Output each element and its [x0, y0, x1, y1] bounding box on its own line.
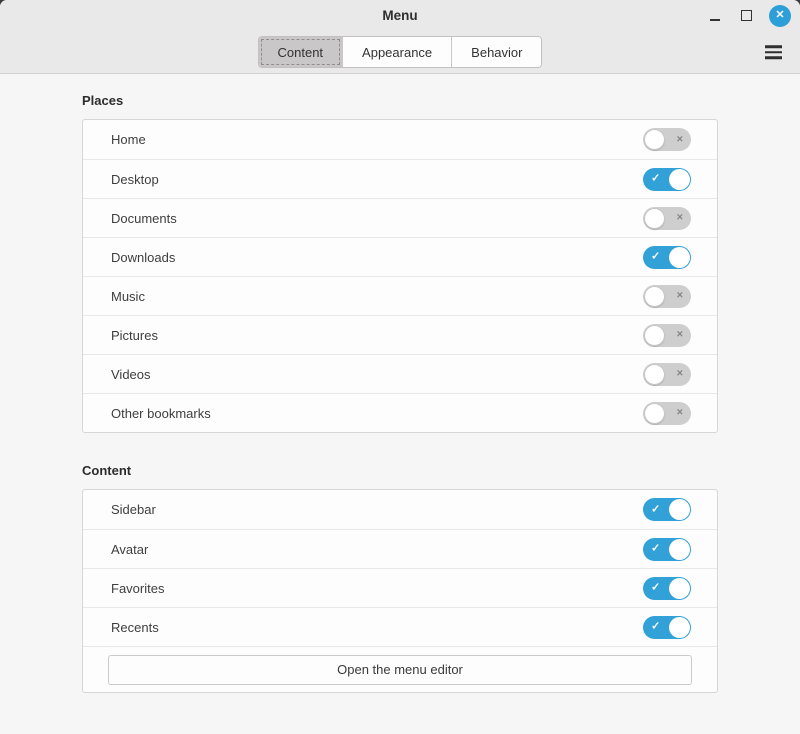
settings-section-content: Content Sidebar ✓ Avatar ✓ Favorites ✓ Recents ✓…	[82, 463, 718, 693]
section-title: Places	[82, 93, 718, 108]
check-icon: ✓	[651, 252, 660, 263]
x-icon: ×	[677, 291, 683, 302]
list-item-avatar: Avatar ✓	[83, 529, 717, 568]
toggle-knob	[644, 129, 665, 150]
list-item-label: Documents	[111, 211, 177, 226]
toggle-knob	[644, 208, 665, 229]
x-icon: ×	[677, 369, 683, 380]
toggle-switch-favorites[interactable]: ✓	[643, 577, 691, 600]
toggle-switch-avatar[interactable]: ✓	[643, 538, 691, 561]
maximize-button[interactable]	[738, 5, 754, 27]
check-icon: ✓	[651, 544, 660, 555]
window-header: Menu ✕ Content Appearance Behavior	[0, 0, 800, 74]
list-item-pictures: Pictures ×	[83, 315, 717, 354]
check-icon: ✓	[651, 504, 660, 515]
titlebar[interactable]: Menu ✕	[0, 0, 800, 31]
toggle-knob	[669, 578, 690, 599]
toggle-knob	[669, 169, 690, 190]
toggle-switch-videos[interactable]: ×	[643, 363, 691, 386]
settings-content: Places Home × Desktop ✓ Documents × Downloads ✓ M…	[0, 74, 800, 734]
toggle-switch-music[interactable]: ×	[643, 285, 691, 308]
close-button[interactable]: ✕	[769, 5, 791, 27]
toggle-switch-documents[interactable]: ×	[643, 207, 691, 230]
toggle-switch-desktop[interactable]: ✓	[643, 168, 691, 191]
button-row: Open the menu editor	[83, 646, 717, 692]
toggle-switch-downloads[interactable]: ✓	[643, 246, 691, 269]
list-item-documents: Documents ×	[83, 198, 717, 237]
window-title: Menu	[382, 8, 417, 23]
toggle-switch-pictures[interactable]: ×	[643, 324, 691, 347]
list-item-label: Sidebar	[111, 502, 156, 517]
open-menu-editor-button[interactable]: Open the menu editor	[108, 655, 692, 685]
settings-window: Menu ✕ Content Appearance Behavior	[0, 0, 800, 734]
list-item-label: Favorites	[111, 581, 164, 596]
check-icon: ✓	[651, 583, 660, 594]
list-item-favorites: Favorites ✓	[83, 568, 717, 607]
window-controls: ✕	[707, 0, 791, 31]
list-item-label: Avatar	[111, 542, 148, 557]
check-icon: ✓	[651, 622, 660, 633]
hamburger-menu-icon[interactable]	[763, 41, 784, 63]
list-item-sidebar: Sidebar ✓	[83, 490, 717, 529]
tab-behavior[interactable]: Behavior	[451, 37, 541, 67]
toggle-switch-recents[interactable]: ✓	[643, 616, 691, 639]
toggle-knob	[669, 617, 690, 638]
x-icon: ×	[677, 408, 683, 419]
toggle-knob	[644, 403, 665, 424]
toggle-switch-other-bookmarks[interactable]: ×	[643, 402, 691, 425]
toggle-knob	[644, 364, 665, 385]
tab-bar: Content Appearance Behavior	[0, 31, 800, 73]
toggle-knob	[644, 286, 665, 307]
list-item-videos: Videos ×	[83, 354, 717, 393]
section-title: Content	[82, 463, 718, 478]
minimize-icon	[710, 19, 720, 21]
list-item-home: Home ×	[83, 120, 717, 159]
list-item-label: Music	[111, 289, 145, 304]
list-item-desktop: Desktop ✓	[83, 159, 717, 198]
list-item-recents: Recents ✓	[83, 607, 717, 646]
tab-appearance[interactable]: Appearance	[342, 37, 451, 67]
toggle-knob	[669, 247, 690, 268]
tab-content[interactable]: Content	[259, 37, 343, 67]
maximize-icon	[741, 10, 752, 21]
list-item-downloads: Downloads ✓	[83, 237, 717, 276]
list-item-label: Downloads	[111, 250, 175, 265]
list-item-other-bookmarks: Other bookmarks ×	[83, 393, 717, 432]
list-item-label: Home	[111, 132, 146, 147]
x-icon: ×	[677, 134, 683, 145]
list-item-label: Other bookmarks	[111, 406, 211, 421]
settings-card: Home×Desktop✓Documents×Downloads✓Music×P…	[82, 119, 718, 433]
toggle-switch-home[interactable]: ×	[643, 128, 691, 151]
list-item-label: Videos	[111, 367, 151, 382]
toggle-switch-sidebar[interactable]: ✓	[643, 498, 691, 521]
list-item-music: Music ×	[83, 276, 717, 315]
list-item-label: Pictures	[111, 328, 158, 343]
close-icon: ✕	[775, 10, 784, 21]
settings-section-places: Places Home × Desktop ✓ Documents × Downloads ✓ M…	[82, 93, 718, 433]
sections-container: Places Home × Desktop ✓ Documents × Downloads ✓ M…	[82, 93, 718, 693]
toggle-knob	[669, 539, 690, 560]
settings-card: Sidebar ✓ Avatar ✓ Favorites ✓ Recents ✓ Open th…	[82, 489, 718, 693]
x-icon: ×	[677, 213, 683, 224]
list-item-label: Desktop	[111, 172, 159, 187]
tab-group: Content Appearance Behavior	[258, 36, 543, 68]
toggle-knob	[644, 325, 665, 346]
minimize-button[interactable]	[707, 5, 723, 27]
check-icon: ✓	[651, 174, 660, 185]
x-icon: ×	[677, 330, 683, 341]
list-item-label: Recents	[111, 620, 159, 635]
toggle-knob	[669, 499, 690, 520]
